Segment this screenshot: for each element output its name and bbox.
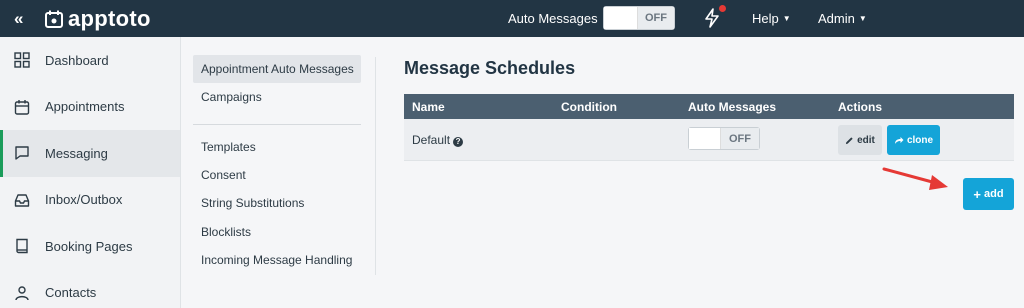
admin-menu[interactable]: Admin ▼ — [818, 11, 867, 26]
user-icon — [15, 286, 29, 300]
calendar-logo-icon — [45, 10, 63, 28]
inbox-icon — [14, 194, 30, 207]
edit-button-label: edit — [857, 134, 875, 146]
vertical-divider — [375, 57, 376, 275]
logo[interactable]: apptoto — [44, 6, 151, 32]
subnav-item-templates[interactable]: Templates — [193, 133, 361, 161]
collapse-sidebar-button[interactable]: « — [14, 9, 23, 29]
column-header-auto-messages: Auto Messages — [688, 99, 777, 114]
subnav-item-string-substitutions[interactable]: String Substitutions — [193, 189, 361, 217]
sidebar: Dashboard Appointments Messaging Inbox/O… — [0, 37, 181, 308]
auto-messages-toggle[interactable]: OFF — [603, 6, 675, 30]
clone-button[interactable]: clone — [887, 125, 940, 155]
sidebar-item-label: Dashboard — [45, 52, 109, 68]
sidebar-item-inbox-outbox[interactable]: Inbox/Outbox — [0, 177, 180, 224]
table-row: Default? OFF edit clone — [404, 119, 1014, 161]
notification-dot — [719, 5, 726, 12]
sidebar-item-label: Inbox/Outbox — [45, 192, 123, 208]
column-header-condition: Condition — [561, 99, 617, 114]
sidebar-item-label: Messaging — [45, 145, 108, 161]
logo-text: apptoto — [68, 6, 151, 31]
subnav-item-consent[interactable]: Consent — [193, 161, 361, 189]
column-header-name: Name — [412, 99, 445, 114]
auto-messages-label: Auto Messages — [508, 11, 598, 26]
page-title: Message Schedules — [404, 58, 576, 78]
red-arrow-annotation — [882, 167, 948, 190]
sidebar-item-contacts[interactable]: Contacts — [0, 270, 180, 308]
sidebar-item-booking-pages[interactable]: Booking Pages — [0, 223, 180, 270]
chevron-down-icon: ▼ — [782, 14, 791, 23]
clone-button-label: clone — [906, 134, 934, 146]
toggle-knob — [689, 128, 721, 149]
plus-icon: + — [973, 186, 982, 202]
share-arrow-icon — [894, 136, 904, 144]
sidebar-item-label: Contacts — [45, 285, 97, 301]
edit-button[interactable]: edit — [838, 125, 882, 155]
add-schedule-button[interactable]: + add — [963, 178, 1014, 210]
toggle-state-label: OFF — [638, 7, 674, 29]
sidebar-item-dashboard[interactable]: Dashboard — [0, 37, 180, 84]
subnav-item-campaigns[interactable]: Campaigns — [193, 83, 361, 111]
toggle-knob — [604, 7, 638, 29]
subnav-item-blocklists[interactable]: Blocklists — [193, 217, 361, 245]
calendar-icon — [14, 99, 30, 115]
subnav-item-incoming-message-handling[interactable]: Incoming Message Handling — [193, 246, 361, 274]
message-schedules-table: Name Condition Auto Messages Actions Def… — [404, 94, 1014, 161]
chevron-down-icon: ▼ — [858, 14, 867, 23]
pencil-icon — [846, 136, 853, 144]
column-header-actions: Actions — [838, 99, 883, 114]
sidebar-item-label: Appointments — [45, 99, 125, 115]
sidebar-item-label: Booking Pages — [45, 238, 133, 254]
chat-icon — [15, 146, 29, 160]
schedule-auto-messages-toggle[interactable]: OFF — [688, 127, 760, 150]
schedule-name: Default? — [412, 133, 464, 147]
subnav-divider — [193, 123, 361, 125]
book-icon — [16, 239, 28, 254]
question-circle-icon[interactable]: ? — [453, 136, 464, 147]
lightning-icon[interactable] — [703, 8, 721, 28]
sidebar-item-messaging[interactable]: Messaging — [0, 130, 180, 177]
top-navbar: « apptoto Auto Messages OFF Help ▼ Admin ▼ — [0, 0, 1024, 37]
toggle-state-label: OFF — [721, 128, 759, 149]
sidebar-item-appointments[interactable]: Appointments — [0, 84, 180, 131]
subnav-item-appointment-auto-messages[interactable]: Appointment Auto Messages — [193, 55, 361, 84]
table-header: Name Condition Auto Messages Actions — [404, 94, 1014, 119]
add-button-label: add — [984, 188, 1004, 200]
help-menu[interactable]: Help ▼ — [752, 11, 791, 26]
grid-icon — [14, 52, 30, 68]
messaging-subnav: Appointment Auto Messages Campaigns Temp… — [193, 55, 361, 274]
